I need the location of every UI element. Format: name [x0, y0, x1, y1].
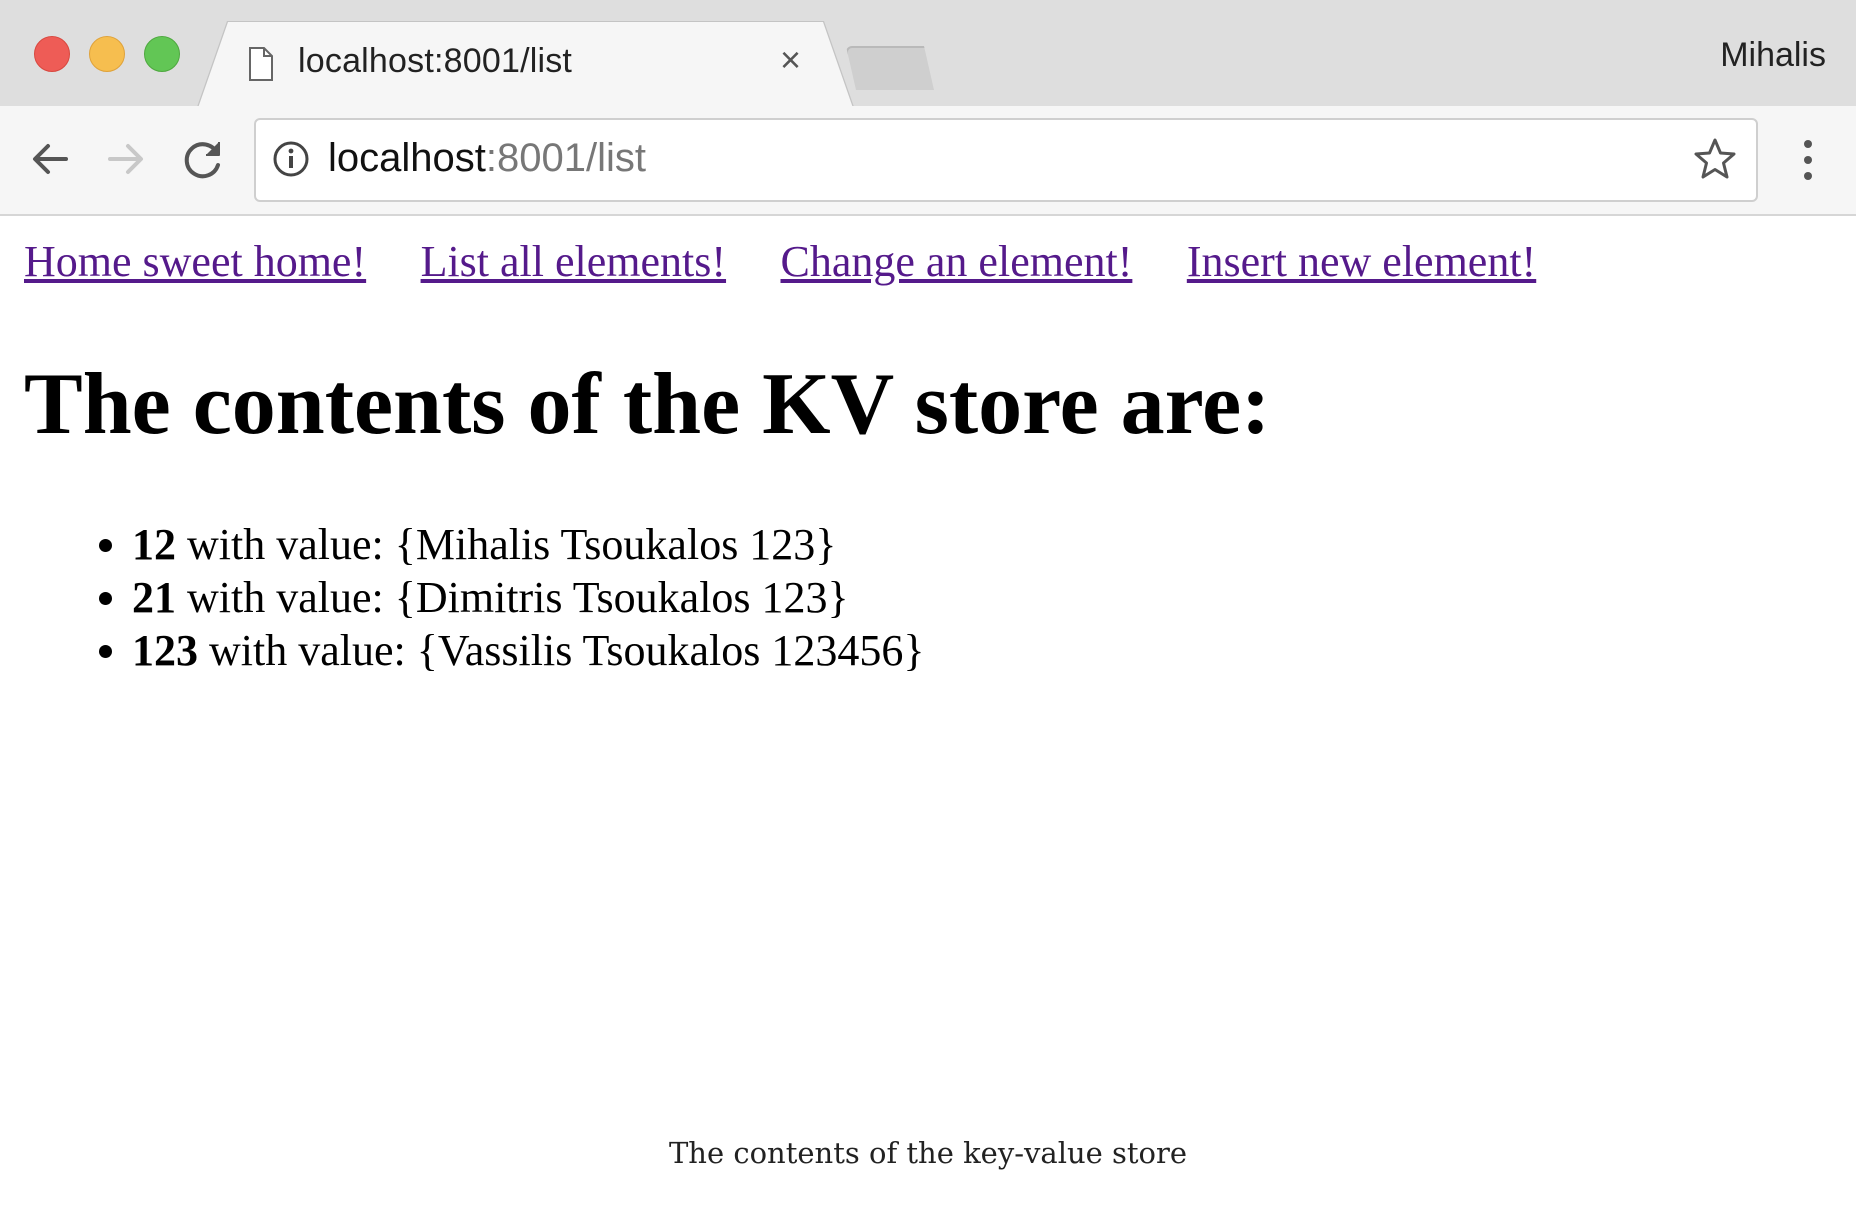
- list-item: 123 with value: {Vassilis Tsoukalos 1234…: [132, 624, 924, 677]
- url-host: localhost: [328, 136, 486, 180]
- window-close-button[interactable]: [34, 36, 70, 72]
- item-value: with value: {Mihalis Tsoukalos 123}: [176, 520, 837, 569]
- nav-link-change[interactable]: Change an element!: [781, 237, 1133, 286]
- url-path: :8001/list: [485, 136, 646, 180]
- more-menu-icon[interactable]: [1796, 136, 1820, 186]
- star-icon[interactable]: [1692, 136, 1738, 182]
- list-item: 21 with value: {Dimitris Tsoukalos 123}: [132, 571, 924, 624]
- item-key: 12: [132, 520, 176, 569]
- url-text[interactable]: localhost:8001/list: [328, 134, 646, 182]
- page-icon: [249, 47, 273, 81]
- browser-window: localhost:8001/list × Mihalis localhost:…: [0, 0, 1856, 1206]
- kv-list: 12 with value: {Mihalis Tsoukalos 123} 2…: [0, 518, 924, 677]
- toolbar: localhost:8001/list: [0, 106, 1856, 216]
- window-minimize-button[interactable]: [89, 36, 125, 72]
- nav-links: Home sweet home! List all elements! Chan…: [24, 236, 1586, 287]
- close-icon[interactable]: ×: [780, 42, 801, 78]
- item-value: with value: {Dimitris Tsoukalos 123}: [176, 573, 849, 622]
- reload-icon[interactable]: [178, 134, 228, 184]
- profile-name[interactable]: Mihalis: [1720, 36, 1826, 75]
- info-icon[interactable]: [272, 140, 310, 178]
- figure-caption: The contents of the key-value store: [668, 1136, 1188, 1170]
- page-heading: The contents of the KV store are:: [24, 356, 1271, 453]
- item-value: with value: {Vassilis Tsoukalos 123456}: [198, 626, 925, 675]
- nav-link-insert[interactable]: Insert new element!: [1187, 237, 1536, 286]
- page-content: Home sweet home! List all elements! Chan…: [0, 216, 1856, 1206]
- back-arrow-icon[interactable]: [26, 134, 76, 184]
- item-key: 21: [132, 573, 176, 622]
- address-bar[interactable]: localhost:8001/list: [254, 118, 1758, 202]
- tab-title: localhost:8001/list: [298, 42, 573, 80]
- nav-link-list[interactable]: List all elements!: [421, 237, 726, 286]
- tab-strip: localhost:8001/list × Mihalis: [0, 0, 1856, 108]
- new-tab-button[interactable]: [846, 46, 934, 90]
- nav-link-home[interactable]: Home sweet home!: [24, 237, 366, 286]
- window-zoom-button[interactable]: [144, 36, 180, 72]
- forward-arrow-icon[interactable]: [100, 134, 150, 184]
- item-key: 123: [132, 626, 198, 675]
- list-item: 12 with value: {Mihalis Tsoukalos 123}: [132, 518, 924, 571]
